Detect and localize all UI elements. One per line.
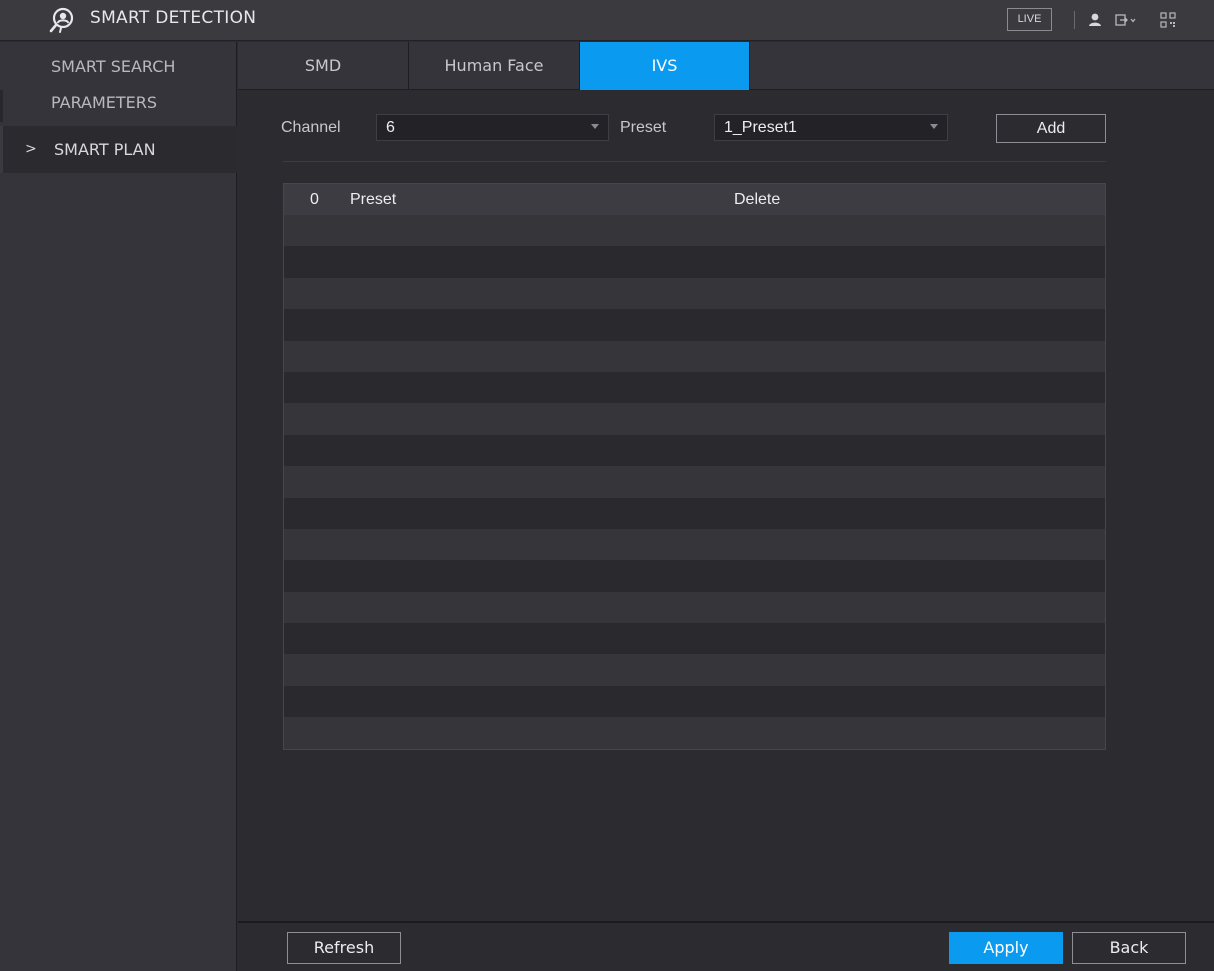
preset-table: 0 Preset Delete	[283, 183, 1106, 750]
table-row	[284, 434, 1105, 467]
sidebar-item-label: SMART PLAN	[54, 140, 156, 159]
sidebar-item-smart-plan[interactable]: > SMART PLAN	[0, 126, 237, 173]
app-title: SMART DETECTION	[90, 8, 257, 28]
table-body	[284, 215, 1105, 749]
table-row	[284, 591, 1105, 624]
tab-smd[interactable]: SMD	[238, 42, 409, 90]
live-button[interactable]: LIVE	[1007, 8, 1052, 31]
channel-select[interactable]: 6	[376, 114, 609, 141]
footer-bar: Refresh Apply Back	[238, 921, 1214, 971]
table-row	[284, 685, 1105, 718]
tab-bar: SMD Human Face IVS	[238, 42, 1214, 90]
preset-value: 1_Preset1	[724, 119, 797, 136]
table-row	[284, 246, 1105, 278]
table-row	[284, 340, 1105, 372]
sidebar-item-parameters[interactable]: PARAMETERS	[0, 82, 237, 124]
column-header-preset: Preset	[350, 191, 397, 208]
logout-icon[interactable]	[1114, 11, 1138, 29]
dropdown-arrow-icon	[930, 124, 938, 129]
tab-ivs[interactable]: IVS	[580, 42, 750, 90]
table-row	[284, 466, 1105, 498]
main-content: Channel 6 Preset 1_Preset1 Add 0 Preset …	[238, 91, 1214, 921]
apply-button[interactable]: Apply	[949, 932, 1063, 964]
table-row	[284, 623, 1105, 655]
preset-label: Preset	[620, 119, 667, 136]
sidebar-item-label: SMART SEARCH	[51, 57, 176, 76]
preset-select[interactable]: 1_Preset1	[714, 114, 948, 141]
titlebar-divider	[1074, 11, 1075, 29]
table-row	[284, 215, 1105, 247]
column-header-delete: Delete	[734, 191, 781, 208]
table-row	[284, 717, 1105, 749]
title-bar: SMART DETECTION LIVE	[0, 0, 1214, 41]
sidebar-item-label: PARAMETERS	[51, 93, 158, 112]
table-row	[284, 403, 1105, 435]
table-row	[284, 528, 1105, 561]
table-row	[284, 371, 1105, 404]
refresh-button[interactable]: Refresh	[287, 932, 401, 964]
table-header: 0 Preset Delete	[284, 184, 1105, 215]
sidebar: SMART SEARCH PARAMETERS > SMART PLAN	[0, 42, 237, 971]
user-icon[interactable]	[1086, 11, 1104, 29]
table-row	[284, 277, 1105, 310]
dropdown-arrow-icon	[591, 124, 599, 129]
add-button[interactable]: Add	[996, 114, 1106, 143]
channel-value: 6	[386, 119, 395, 136]
qr-code-icon[interactable]	[1159, 11, 1177, 29]
sidebar-item-smart-search[interactable]: SMART SEARCH	[0, 47, 237, 87]
divider	[283, 161, 1106, 162]
table-row	[284, 654, 1105, 686]
tab-human-face[interactable]: Human Face	[409, 42, 580, 90]
column-header-count: 0	[310, 191, 319, 208]
table-row	[284, 497, 1105, 529]
chevron-right-icon: >	[25, 141, 37, 157]
table-row	[284, 309, 1105, 341]
channel-label: Channel	[281, 119, 341, 136]
table-row	[284, 560, 1105, 592]
back-button[interactable]: Back	[1072, 932, 1186, 964]
smart-detection-logo-icon	[49, 7, 74, 33]
